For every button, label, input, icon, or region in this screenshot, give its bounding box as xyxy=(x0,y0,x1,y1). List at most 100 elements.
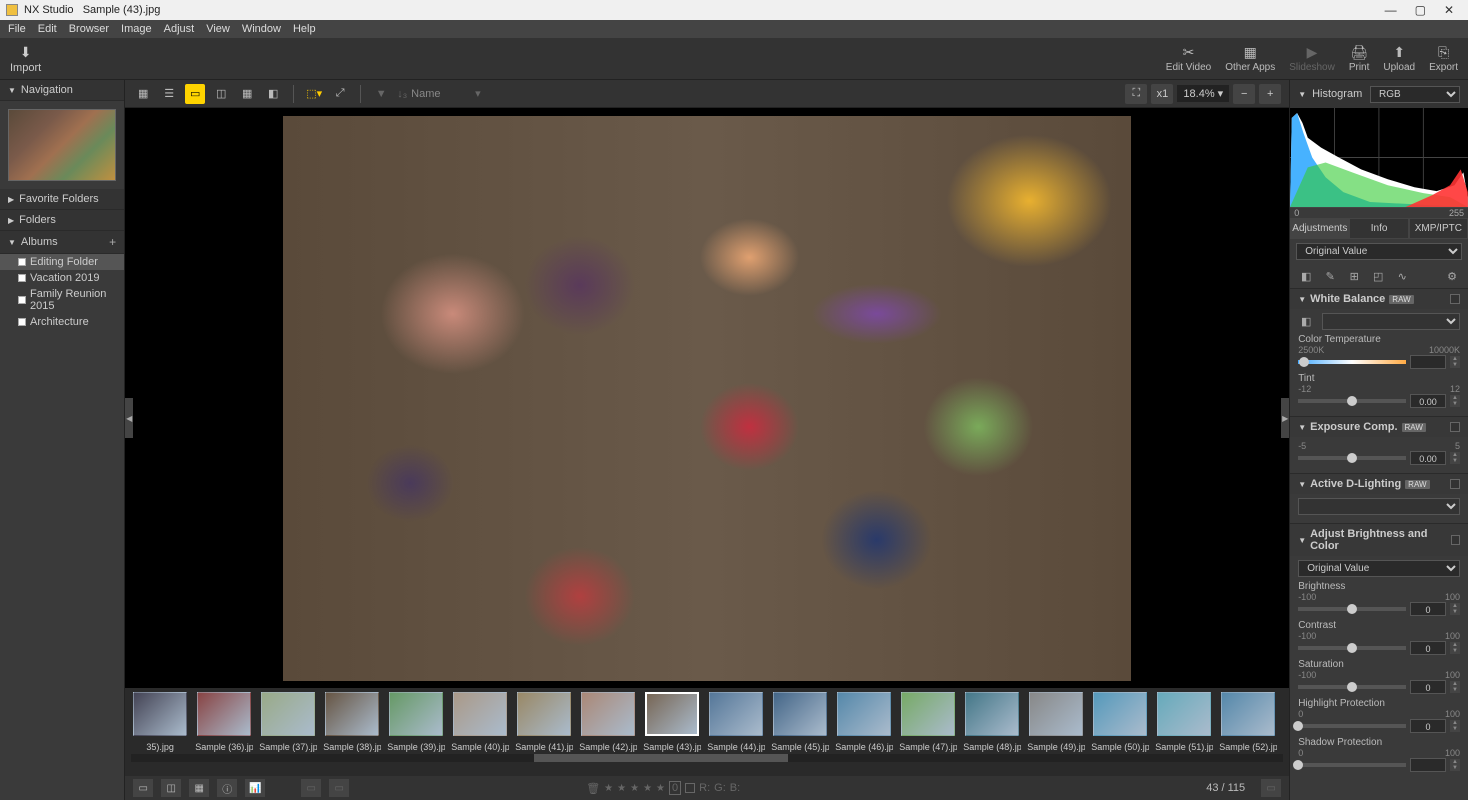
list-view-button[interactable]: ☰ xyxy=(159,84,179,104)
print-button[interactable]: 🖨Print xyxy=(1349,44,1370,73)
zoom-out-button[interactable]: − xyxy=(1233,84,1255,104)
thumbnail-item[interactable]: Sample (46).jpg xyxy=(835,692,893,752)
wb-mode-select[interactable] xyxy=(1322,313,1460,330)
zoom-value[interactable]: 18.4% ▾ xyxy=(1177,85,1229,102)
thumbnail-item[interactable]: Sample (45).jpg xyxy=(771,692,829,752)
straighten-icon[interactable]: ⊞ xyxy=(1346,268,1362,284)
brightness-color-header[interactable]: ▼Adjust Brightness and Color xyxy=(1290,524,1468,556)
d-lighting-header[interactable]: ▼Active D-Lighting RAW xyxy=(1290,474,1468,494)
menu-file[interactable]: File xyxy=(8,23,26,35)
contrast-slider[interactable] xyxy=(1298,646,1406,650)
menu-view[interactable]: View xyxy=(206,23,230,35)
sort-control[interactable]: ↓₃ Name ▾ xyxy=(397,87,481,100)
wb-eyedropper-icon[interactable]: ◧ xyxy=(1298,314,1314,330)
saturation-value[interactable]: 0 xyxy=(1410,680,1446,694)
tab-info[interactable]: Info xyxy=(1349,218,1408,239)
histogram-overlay-button[interactable]: 📊 xyxy=(245,779,265,797)
collapse-left-handle[interactable]: ◀ xyxy=(125,398,133,438)
thumbnail-item[interactable]: Sample (52).jpg xyxy=(1219,692,1277,752)
thumbnail-item[interactable]: Sample (36).jpg xyxy=(195,692,253,752)
navigator-thumbnail[interactable] xyxy=(8,109,116,181)
menu-help[interactable]: Help xyxy=(293,23,316,35)
filmstrip-scrollbar[interactable] xyxy=(131,754,1283,762)
thumbnail-item[interactable]: Sample (50).jpg xyxy=(1091,692,1149,752)
eyedropper-icon[interactable]: ✎ xyxy=(1322,268,1338,284)
eyedropper-wb-icon[interactable]: ◧ xyxy=(1298,268,1314,284)
album-item[interactable]: Editing Folder xyxy=(0,254,124,270)
thumbnail-item[interactable]: Sample (41).jpg xyxy=(515,692,573,752)
shadow-protection-slider[interactable] xyxy=(1298,763,1406,767)
upload-button[interactable]: ⬆Upload xyxy=(1383,44,1415,73)
thumbnail-item[interactable]: Sample (38).jpg xyxy=(323,692,381,752)
exposure-slider[interactable] xyxy=(1298,456,1406,460)
tint-value[interactable]: 0.00 xyxy=(1410,394,1446,408)
crop-icon[interactable]: ◰ xyxy=(1370,268,1386,284)
menu-window[interactable]: Window xyxy=(242,23,281,35)
info-button[interactable]: ⓘ xyxy=(217,779,237,797)
d-lighting-select[interactable] xyxy=(1298,498,1460,515)
zoom-in-button[interactable]: + xyxy=(1259,84,1281,104)
thumbnail-item[interactable]: Sample (49).jpg xyxy=(1027,692,1085,752)
exposure-comp-header[interactable]: ▼Exposure Comp. RAW xyxy=(1290,417,1468,437)
menu-image[interactable]: Image xyxy=(121,23,152,35)
highlight-protection-value[interactable]: 0 xyxy=(1410,719,1446,733)
album-item[interactable]: Architecture xyxy=(0,314,124,330)
favorite-folders-header[interactable]: ▶Favorite Folders xyxy=(0,189,124,210)
thumbnail-item[interactable]: Sample (37).jpg xyxy=(259,692,317,752)
filter-button[interactable]: ▼ xyxy=(371,84,391,104)
grid-overlay-button[interactable]: ▦ xyxy=(189,779,209,797)
thumbnail-item[interactable]: Sample (47).jpg xyxy=(899,692,957,752)
brightness-preset-select[interactable]: Original Value xyxy=(1298,560,1460,577)
menu-browser[interactable]: Browser xyxy=(69,23,109,35)
image-viewport[interactable]: ◀ ▶ xyxy=(125,108,1289,688)
exposure-value[interactable]: 0.00 xyxy=(1410,451,1446,465)
grid-view-button[interactable]: ▦ xyxy=(133,84,153,104)
compare-overlay-button[interactable]: ◫ xyxy=(161,779,181,797)
window-close-button[interactable]: ✕ xyxy=(1444,3,1454,17)
import-button[interactable]: ⬇ Import xyxy=(10,44,41,74)
collapse-right-handle[interactable]: ▶ xyxy=(1281,398,1289,438)
brightness-value[interactable]: 0 xyxy=(1410,602,1446,616)
compare-4-button[interactable]: ▦ xyxy=(237,84,257,104)
tint-slider[interactable] xyxy=(1298,399,1406,403)
thumbnail-item[interactable]: Sample (40).jpg xyxy=(451,692,509,752)
albums-header[interactable]: ▼Albums+ xyxy=(0,231,124,254)
shadow-protection-value[interactable] xyxy=(1410,758,1446,772)
settings-gear-icon[interactable]: ⚙ xyxy=(1444,268,1460,284)
navigation-header[interactable]: ▼Navigation xyxy=(0,80,124,101)
actual-size-button[interactable]: x1 xyxy=(1151,84,1173,104)
color-temp-value[interactable] xyxy=(1410,355,1446,369)
thumbnail-item[interactable]: Sample (39).jpg xyxy=(387,692,445,752)
info-overlay-button[interactable]: ▭ xyxy=(133,779,153,797)
folders-header[interactable]: ▶Folders xyxy=(0,210,124,231)
export-button[interactable]: ⎘Export xyxy=(1429,44,1458,73)
thumbnail-item[interactable]: Sample (44).jpg xyxy=(707,692,765,752)
thumbnail-item[interactable]: Sample (48).jpg xyxy=(963,692,1021,752)
tab-adjustments[interactable]: Adjustments xyxy=(1290,218,1349,239)
album-item[interactable]: Vacation 2019 xyxy=(0,270,124,286)
menu-adjust[interactable]: Adjust xyxy=(164,23,195,35)
extra-button[interactable]: ▭ xyxy=(1261,779,1281,797)
curve-icon[interactable]: ∿ xyxy=(1394,268,1410,284)
thumbnail-item[interactable]: 35).jpg xyxy=(131,692,189,752)
contrast-value[interactable]: 0 xyxy=(1410,641,1446,655)
highlight-protection-slider[interactable] xyxy=(1298,724,1406,728)
single-view-button[interactable]: ▭ xyxy=(185,84,205,104)
compare-2-button[interactable]: ◫ xyxy=(211,84,231,104)
select-tool-button[interactable]: ⬚▾ xyxy=(304,84,324,104)
rating-controls[interactable]: 🗑 ★★★★★ 0 R: G: B: xyxy=(586,781,740,795)
histogram-mode-select[interactable]: RGB xyxy=(1370,86,1460,103)
add-album-button[interactable]: + xyxy=(109,235,116,249)
album-item[interactable]: Family Reunion 2015 xyxy=(0,286,124,314)
menu-edit[interactable]: Edit xyxy=(38,23,57,35)
before-after-button[interactable]: ◧ xyxy=(263,84,283,104)
thumbnail-item[interactable]: Sample (42).jpg xyxy=(579,692,637,752)
fit-screen-button[interactable]: ⛶ xyxy=(1125,84,1147,104)
thumbnail-item[interactable]: Sample (43).jpg xyxy=(643,692,701,752)
white-balance-header[interactable]: ▼White Balance RAW xyxy=(1290,289,1468,309)
window-maximize-button[interactable]: ▢ xyxy=(1415,3,1426,17)
tab-xmp-iptc[interactable]: XMP/IPTC xyxy=(1409,218,1468,239)
unknown-tool-2[interactable]: ▭ xyxy=(329,779,349,797)
brightness-slider[interactable] xyxy=(1298,607,1406,611)
saturation-slider[interactable] xyxy=(1298,685,1406,689)
